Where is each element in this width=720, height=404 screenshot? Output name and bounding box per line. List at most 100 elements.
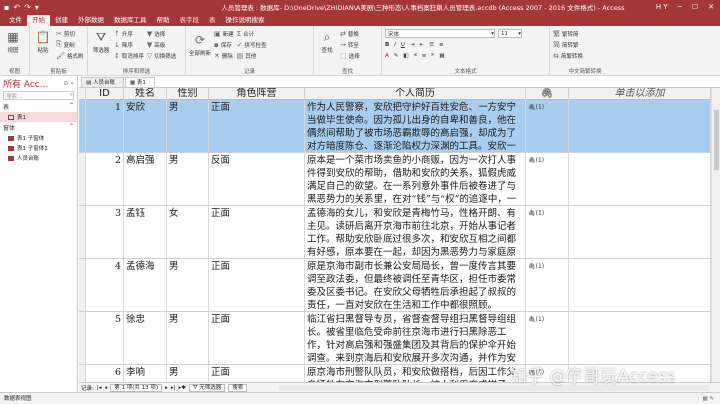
sex-cell[interactable]: 男 [167,365,209,382]
document-tab[interactable]: ▦ 表1 [124,77,155,87]
table-row[interactable]: 1 安欣 男 正面 作为人民警察，安欣把守护好百姓安危、一方安宁当做毕生使命。因为孤儿出… [79,100,711,153]
add-column-cell[interactable] [569,100,711,152]
next-record-icon[interactable]: ▸ [165,385,168,391]
add-column-cell[interactable] [569,206,711,258]
ribbon-tab[interactable]: 帮助 [152,15,175,26]
ribbon-tab[interactable]: 操作说明搜索 [221,15,270,26]
toggle-filter-button[interactable]: ▽ 切换筛选 [147,51,176,60]
spelling-button[interactable]: ✓ 拼写检查 [237,40,267,49]
add-column-header[interactable]: 单击以添加 [569,88,711,100]
nav-section-header[interactable]: 窗体 ⌃ [0,122,77,133]
name-cell[interactable]: 孟德海 [124,259,167,311]
maximize-icon[interactable]: ☐ [692,3,698,11]
document-tab[interactable]: ▤ 人员台账 [81,77,124,87]
bio-column-header[interactable]: 个人简历 [305,88,526,100]
bio-cell[interactable]: 原是京海市副市长兼公安局局长，曾一度传言其要调至政法委，但最终被调任至青华区，担… [305,259,526,311]
bold-icon[interactable]: B [385,42,389,48]
italic-icon[interactable]: I [394,42,396,48]
camp-cell[interactable]: 正面 [209,365,305,382]
list-icon[interactable]: ☰ [429,42,434,48]
nav-section-header[interactable]: 表 ⌃ [0,101,77,112]
record-search-input[interactable]: 搜索 [228,383,248,392]
name-cell[interactable]: 高启强 [124,153,167,205]
replace-button[interactable]: ⇄ 替换 [340,29,360,38]
add-column-cell[interactable] [569,153,711,205]
align-center-icon[interactable]: ≡ [422,53,427,59]
record-selector[interactable] [79,365,86,382]
record-selector[interactable] [79,312,86,364]
attachment-column-header[interactable]: 🖇 [526,88,569,100]
bio-cell[interactable]: 原本是一个菜市场卖鱼的小商贩，因为一次打人事件得到安欣的帮助，借助和安欣的关系，… [305,153,526,205]
gridlines-icon[interactable]: ▦ [439,53,444,59]
nav-search-input[interactable]: 搜索... ⌕ [3,91,74,100]
table-row[interactable]: 3 孟钰 女 正面 孟德海的女儿，和安欣是青梅竹马，性格开朗、有主见。读研后离开京海市前… [79,206,711,259]
bio-cell[interactable]: 作为人民警察，安欣把守护好百姓安危、一方安宁当做毕生使命。因为孤儿出身的自卑和善… [305,100,526,152]
id-cell[interactable]: 5 [86,312,124,364]
ribbon-tab[interactable]: 表字段 [175,15,205,26]
design-view-icon[interactable]: ✎ [709,396,714,402]
table-row[interactable]: 4 孟德海 男 正面 原是京海市副市长兼公安局局长，曾一度传言其要调至政法委，但最终被调… [79,259,711,312]
bio-cell[interactable]: 孟德海的女儿，和安欣是青梅竹马，性格开朗、有主见。读研后离开京海市前往北京，开始… [305,206,526,258]
camp-cell[interactable]: 正面 [209,259,305,311]
fill-color-icon[interactable]: ◧ [403,53,408,59]
select-all-corner[interactable] [79,88,86,100]
bio-cell[interactable]: 临江省扫黑督导专员，省督查督导组扫黑督导组组长。被省里临危受命前往京海市进行扫黑… [305,312,526,364]
sex-column-header[interactable]: 性别 [167,88,209,100]
highlight-icon[interactable]: ✎ [394,53,399,59]
datasheet-view-icon[interactable]: ▦ [702,396,707,402]
more-button[interactable]: ▤ 其他 [237,51,267,60]
name-cell[interactable]: 孟钰 [124,206,167,258]
customize-qat-icon[interactable]: ▾ [35,3,39,12]
redo-icon[interactable]: ↷ [24,3,31,12]
ribbon-tab[interactable]: 创建 [50,15,73,26]
sort-desc-button[interactable]: ↓ 降序 [114,40,144,49]
advanced-button[interactable]: ▼ 高级 [147,40,176,49]
record-position[interactable]: 第 1 项(共 13 项) [110,383,163,392]
save-record-button[interactable]: ▪ 保存 [214,40,234,49]
id-cell[interactable]: 4 [86,259,124,311]
align-left-icon[interactable]: ⫷ [414,52,417,59]
minimize-icon[interactable]: ─ [678,3,682,11]
ribbon-tab[interactable]: 开始 [27,15,50,26]
sex-cell[interactable]: 男 [167,100,209,152]
format-painter-button[interactable]: 🖌 格式刷 [56,51,83,60]
align-right-icon[interactable]: ⫸ [431,52,434,59]
attachment-cell[interactable]: 🖇(1) [526,153,569,205]
camp-cell[interactable]: 正面 [209,312,305,364]
save-icon[interactable]: ▪ [4,3,9,12]
refresh-all-button[interactable]: ⟳ 全部刷新 [189,29,211,57]
attachment-cell[interactable]: 🖇(1) [526,312,569,364]
record-selector[interactable] [79,100,86,152]
scrollbar-thumb[interactable] [714,110,719,170]
traditional-to-simplified-button[interactable]: 繁繁转简 [553,29,583,38]
table-row[interactable]: 2 高启强 男 反面 原本是一个菜市场卖鱼的小商贩，因为一次打人事件得到安欣的帮助，借助… [79,153,711,206]
new-record-icon[interactable]: ▸✱ [178,385,185,391]
prev-record-icon[interactable]: ◂ [104,385,107,391]
add-column-cell[interactable] [569,259,711,311]
name-cell[interactable]: 安欣 [124,100,167,152]
select-button[interactable]: ⬚ 选择 [340,51,360,60]
underline-icon[interactable]: U [401,42,405,48]
record-selector[interactable] [79,259,86,311]
font-name-select[interactable]: 宋体 ▾ [385,29,495,38]
user-name[interactable]: H Y [656,3,668,11]
clear-sort-button[interactable]: ↕ 取消排序 [114,51,144,60]
record-selector[interactable] [79,153,86,205]
id-cell[interactable]: 6 [86,365,124,382]
numbered-list-icon[interactable]: ≡ [439,42,444,48]
camp-cell[interactable]: 正面 [209,206,305,258]
selection-button[interactable]: ▼ 选择 [147,29,176,38]
attachment-cell[interactable]: 🖇(1) [526,100,569,152]
name-cell[interactable]: 徐忠 [124,312,167,364]
camp-cell[interactable]: 反面 [209,153,305,205]
delete-record-button[interactable]: ✕ 删除 [214,51,234,60]
sort-asc-button[interactable]: ↑ 升序 [114,29,144,38]
outdent-icon[interactable]: ⇤ [419,42,424,48]
camp-column-header[interactable]: 角色阵营 [209,88,305,100]
simplified-to-traditional-button[interactable]: 简简转繁 [553,40,583,49]
ribbon-tab[interactable]: 文件 [4,15,27,26]
font-color-icon[interactable]: A [385,53,389,59]
ribbon-tab[interactable]: 表 [204,15,221,26]
font-size-select[interactable]: 11 ▾ [498,29,522,38]
last-record-icon[interactable]: ▸| [171,385,176,391]
